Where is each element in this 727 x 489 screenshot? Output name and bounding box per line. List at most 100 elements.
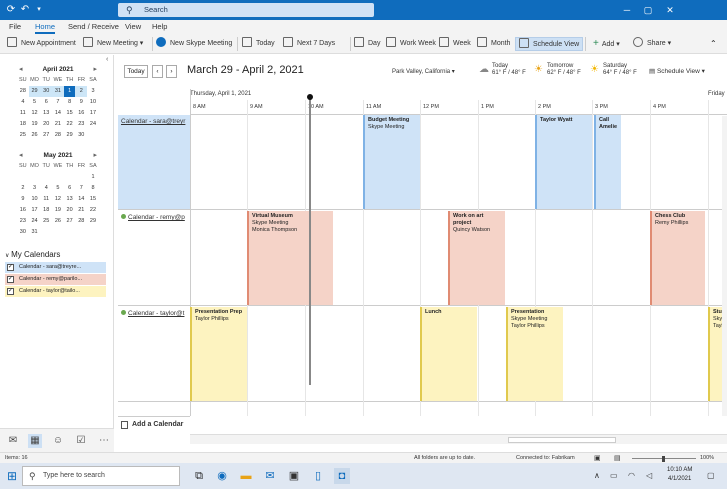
mini-calendar-day[interactable]: 24 [87, 119, 99, 130]
mini-calendar-day[interactable]: 18 [17, 119, 29, 130]
mini-calendar-day[interactable]: 14 [75, 194, 87, 205]
mini-calendar-day[interactable]: 13 [64, 194, 76, 205]
mini-calendar-day[interactable]: 10 [87, 97, 99, 108]
calendar-event[interactable]: Presentation Skype Meeting Taylor Phillips [506, 307, 563, 401]
next-month-icon[interactable]: ▸ [93, 65, 97, 75]
calendar-event[interactable]: Presentation Prep Taylor Phillips [190, 307, 247, 401]
mini-calendar-day[interactable]: 15 [87, 194, 99, 205]
chevron-down-icon[interactable]: ▾ [33, 4, 45, 16]
day-view-button[interactable]: Day [354, 37, 380, 51]
mini-calendar-day[interactable]: 6 [40, 97, 52, 108]
weather-location[interactable]: Park Valley, California ▾ [392, 68, 455, 75]
next-month-icon[interactable]: ▸ [93, 151, 97, 161]
mini-calendar-day[interactable]: 11 [17, 108, 29, 119]
next-7-days-button[interactable]: Next 7 Days [283, 37, 335, 51]
mini-calendar-day[interactable]: 17 [29, 205, 41, 216]
file-explorer-icon[interactable]: ▬ [238, 468, 254, 484]
mini-calendar-day[interactable]: 8 [87, 183, 99, 194]
more-icon[interactable]: ⋯ [97, 434, 111, 448]
mini-calendar-day[interactable]: 25 [17, 130, 29, 141]
mail-icon[interactable]: ✉ [6, 434, 20, 448]
mini-calendar-day[interactable]: 9 [17, 194, 29, 205]
menu-view[interactable]: View [125, 22, 141, 31]
mini-calendar-day[interactable]: 31 [52, 86, 64, 97]
my-calendars-group[interactable]: ∨ My Calendars [5, 250, 60, 259]
view-selector[interactable]: ▤ Schedule View ▾ [649, 67, 705, 75]
today-button[interactable]: Today [242, 37, 275, 51]
battery-icon[interactable]: ▭ [610, 471, 618, 480]
mini-calendar-day[interactable]: 30 [75, 130, 87, 141]
mini-calendar-day[interactable]: 26 [52, 216, 64, 227]
sync-icon[interactable]: ⟳ [5, 4, 17, 16]
mini-calendar-day[interactable]: 27 [40, 130, 52, 141]
mini-calendar-day[interactable]: 2 [75, 86, 88, 97]
calendar-event[interactable]: Chess Club Remy Phillips [650, 211, 705, 305]
menu-file[interactable]: File [9, 22, 21, 31]
calendar-lane-label[interactable]: Calendar - remy@p [118, 211, 190, 306]
mini-calendar-day[interactable]: 19 [52, 205, 64, 216]
lane-title[interactable]: Calendar - remy@p [128, 214, 185, 221]
new-appointment-button[interactable]: New Appointment [7, 37, 76, 51]
windows-start-icon[interactable]: ⊞ [4, 468, 20, 484]
calendar-lane-label[interactable]: Calendar - taylor@t [118, 307, 190, 402]
notifications-icon[interactable]: ▢ [707, 471, 715, 480]
next-range-button[interactable]: › [166, 65, 177, 78]
mini-calendar-day[interactable]: 22 [64, 119, 76, 130]
outlook-icon[interactable]: ◘ [334, 468, 350, 484]
lane-title[interactable]: Calendar - sara@treyr [121, 118, 185, 125]
volume-icon[interactable]: ◁ [646, 471, 652, 480]
mini-calendar-day[interactable]: 29 [28, 86, 41, 97]
mini-calendar-day[interactable]: 29 [87, 216, 99, 227]
taskbar-clock[interactable]: 10:10 AM 4/1/2021 [667, 466, 692, 484]
mini-calendar-day[interactable]: 24 [29, 216, 41, 227]
work-week-view-button[interactable]: Work Week [386, 37, 436, 51]
calendar-item-taylor[interactable]: ✓ Calendar - taylor@tailo... [5, 286, 106, 297]
undo-icon[interactable]: ↶ [19, 4, 31, 16]
week-view-button[interactable]: Week [439, 37, 471, 51]
calendar-item-remy[interactable]: ✓ Calendar - remy@parilo... [5, 274, 106, 285]
today-nav-button[interactable]: Today [124, 65, 148, 78]
mini-calendar-day[interactable]: 3 [29, 183, 41, 194]
mini-calendar-day[interactable]: 28 [75, 216, 87, 227]
mini-calendar-day[interactable]: 10 [29, 194, 41, 205]
mini-calendar-day[interactable]: 21 [75, 205, 87, 216]
mini-calendar-day[interactable]: 3 [87, 86, 99, 97]
prev-range-button[interactable]: ‹ [152, 65, 163, 78]
mini-calendar-day[interactable]: 7 [75, 183, 87, 194]
phone-icon[interactable]: ▯ [310, 468, 326, 484]
minimize-button[interactable]: ─ [620, 3, 634, 17]
mini-calendar-day[interactable]: 31 [29, 227, 41, 238]
calendar-nav-icon[interactable]: ▦ [28, 434, 42, 448]
mini-calendar-day[interactable]: 14 [52, 108, 64, 119]
checkbox-icon[interactable]: ✓ [7, 276, 14, 283]
chevron-up-icon[interactable]: ∧ [594, 471, 600, 480]
calendar-item-sara[interactable]: ✓ Calendar - sara@treyre... [5, 262, 106, 273]
mini-calendar-day[interactable]: 23 [17, 216, 29, 227]
mini-calendar-day[interactable]: 5 [29, 97, 41, 108]
calendar-event[interactable]: Taylor Wyatt [535, 115, 592, 209]
mini-calendar-day[interactable]: 20 [64, 205, 76, 216]
task-view-icon[interactable]: ⧉ [191, 468, 207, 484]
edge-icon[interactable]: ◉ [214, 468, 230, 484]
mini-calendar-day[interactable]: 12 [52, 194, 64, 205]
mini-calendar-day[interactable]: 19 [29, 119, 41, 130]
ribbon-collapse-icon[interactable]: ⌃ [710, 39, 717, 48]
add-calendar-row[interactable]: Add a Calendar [118, 416, 190, 432]
taskbar-search[interactable]: ⚲ Type here to search [22, 466, 180, 486]
zoom-slider-thumb[interactable] [662, 456, 665, 462]
mini-calendar-day[interactable]: 5 [52, 183, 64, 194]
mini-calendar-day[interactable]: 4 [40, 183, 52, 194]
collapse-sidebar-icon[interactable]: ‹ [106, 56, 108, 63]
new-meeting-button[interactable]: New Meeting ▾ [83, 37, 143, 51]
month-view-button[interactable]: Month [477, 37, 510, 51]
mini-calendar-day[interactable]: 2 [17, 183, 29, 194]
mini-calendar-day[interactable]: 1 [63, 86, 76, 97]
checkbox-icon[interactable]: ✓ [7, 264, 14, 271]
share-button[interactable]: Share ▾ [633, 37, 671, 51]
wifi-icon[interactable]: ◠ [628, 471, 635, 480]
mini-calendar-day[interactable]: 28 [52, 130, 64, 141]
checkbox-icon[interactable]: ✓ [7, 288, 14, 295]
restore-button[interactable]: ▢ [641, 3, 655, 17]
mini-calendar-day[interactable]: 23 [75, 119, 87, 130]
mini-calendar-day[interactable]: 17 [87, 108, 99, 119]
